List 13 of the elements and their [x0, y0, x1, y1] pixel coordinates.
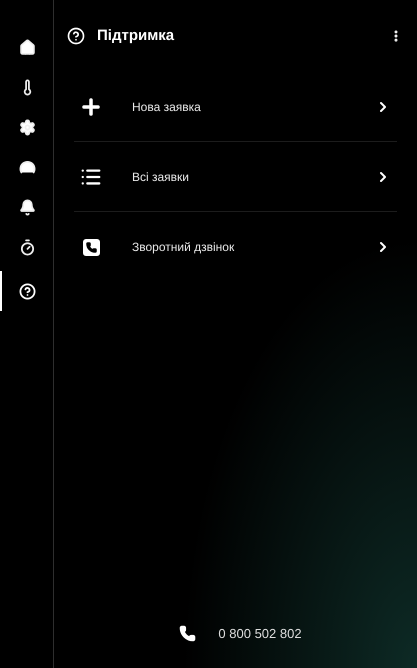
bell-icon [19, 198, 36, 216]
help-icon [67, 27, 85, 45]
home-icon [19, 38, 36, 56]
menu-item[interactable]: Всі заявки [74, 142, 397, 212]
support-phone-number: 0 800 502 802 [218, 624, 302, 642]
help-icon [19, 282, 36, 300]
phone-icon [179, 624, 196, 642]
settings-icon [19, 118, 36, 136]
menu-item[interactable]: Нова заявка [74, 72, 397, 142]
phone-icon [82, 238, 100, 256]
timer-icon [19, 238, 36, 256]
page-title: Підтримка [97, 26, 174, 46]
menu-item[interactable]: Зворотний дзвінок [74, 212, 397, 282]
